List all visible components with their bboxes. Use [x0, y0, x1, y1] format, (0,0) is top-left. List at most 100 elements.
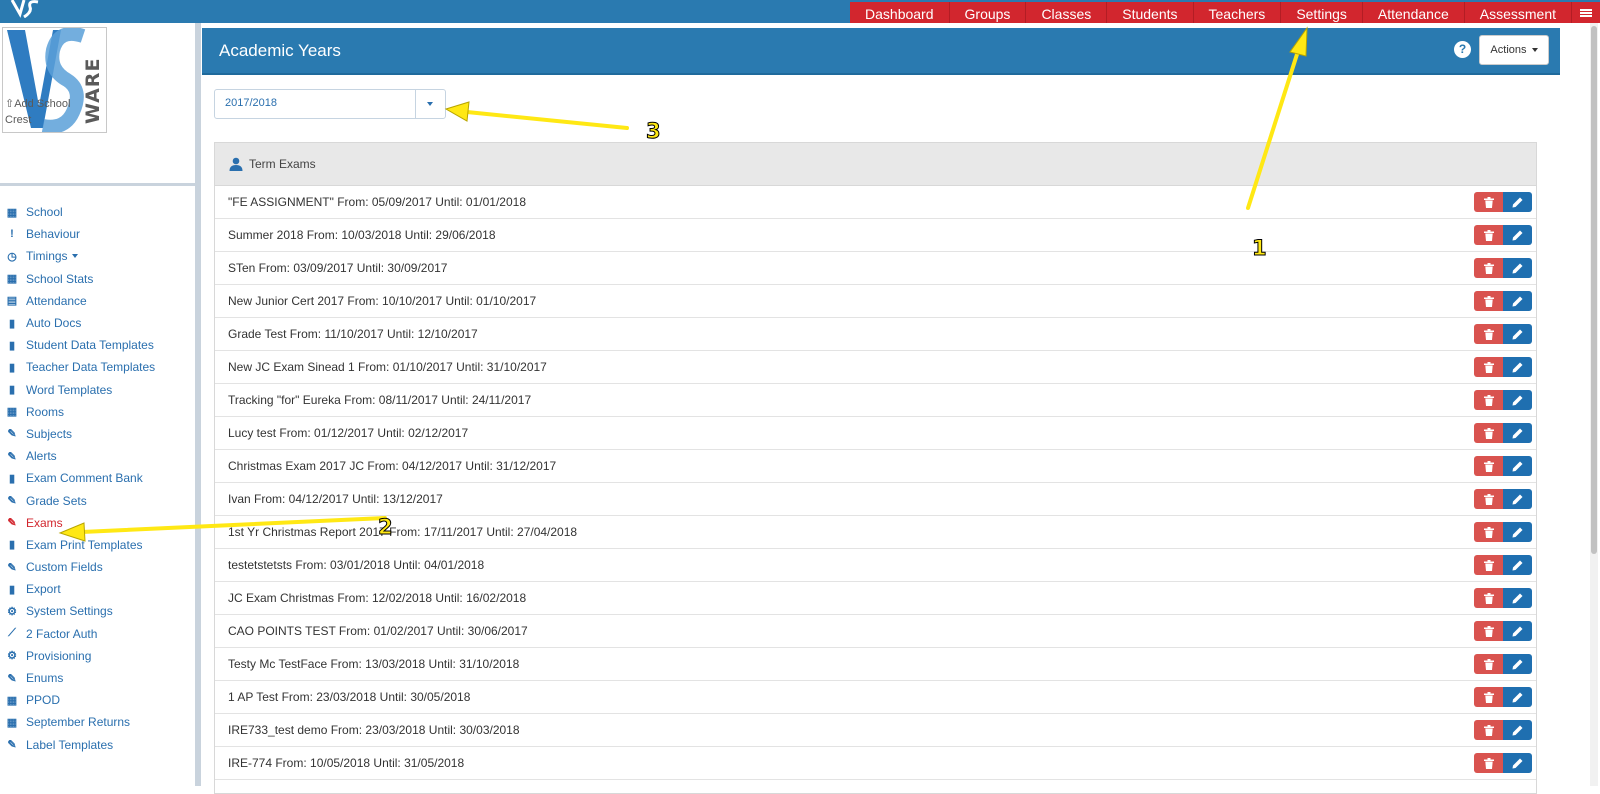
exam-label: Christmas Exam 2017 JC From: 04/12/2017 … — [228, 459, 557, 473]
edit-button[interactable] — [1503, 291, 1532, 311]
sidebar-item-behaviour[interactable]: ! Behaviour — [0, 223, 155, 245]
edit-button[interactable] — [1503, 522, 1532, 542]
trash-icon — [1483, 691, 1494, 703]
edit-button[interactable] — [1503, 654, 1532, 674]
edit-button[interactable] — [1503, 357, 1532, 377]
edit-button[interactable] — [1503, 225, 1532, 245]
delete-button[interactable] — [1474, 357, 1503, 377]
sidebar-item-subjects[interactable]: ✎ Subjects — [0, 423, 155, 445]
actions-button[interactable]: Actions — [1479, 35, 1549, 65]
academic-year-value: 2017/2018 — [225, 97, 277, 109]
add-crest-link[interactable]: ⇧Add School Crest — [5, 96, 91, 128]
nav-settings[interactable]: Settings — [1280, 2, 1362, 23]
delete-button[interactable] — [1474, 687, 1503, 707]
row-actions — [1474, 324, 1532, 344]
sidebar-item-enums[interactable]: ✎ Enums — [0, 667, 155, 689]
nav-groups[interactable]: Groups — [948, 2, 1026, 23]
hamburger-icon[interactable] — [1571, 2, 1600, 23]
nav-attendance[interactable]: Attendance — [1361, 2, 1464, 23]
academic-year-dropdown-toggle[interactable] — [415, 90, 445, 118]
edit-button[interactable] — [1503, 423, 1532, 443]
delete-button[interactable] — [1474, 621, 1503, 641]
delete-button[interactable] — [1474, 258, 1503, 278]
delete-button[interactable] — [1474, 192, 1503, 212]
sidebar-item-alerts[interactable]: ✎ Alerts — [0, 445, 155, 467]
row-actions — [1474, 522, 1532, 542]
delete-button[interactable] — [1474, 324, 1503, 344]
sidebar-item-school[interactable]: ▦ School — [0, 201, 155, 223]
exclamation-icon: ! — [10, 228, 14, 241]
sidebar-item-label: PPOD — [26, 693, 61, 708]
delete-button[interactable] — [1474, 225, 1503, 245]
delete-button[interactable] — [1474, 489, 1503, 509]
delete-button[interactable] — [1474, 588, 1503, 608]
help-icon[interactable]: ? — [1454, 41, 1471, 58]
edit-button[interactable] — [1503, 489, 1532, 509]
delete-button[interactable] — [1474, 753, 1503, 773]
nav-dashboard[interactable]: Dashboard — [850, 2, 949, 23]
delete-button[interactable] — [1474, 555, 1503, 575]
annotation-number-2: 2 — [378, 515, 394, 540]
nav-assessment[interactable]: Assessment — [1463, 2, 1571, 23]
row-actions — [1474, 390, 1532, 410]
edit-button[interactable] — [1503, 621, 1532, 641]
delete-button[interactable] — [1474, 423, 1503, 443]
row-actions — [1474, 621, 1532, 641]
edit-button[interactable] — [1503, 390, 1532, 410]
nav-teachers[interactable]: Teachers — [1192, 2, 1281, 23]
trash-icon — [1483, 493, 1494, 505]
academic-year-select[interactable]: 2017/2018 — [214, 89, 446, 119]
edit-button[interactable] — [1503, 258, 1532, 278]
sidebar-scroll-rail[interactable] — [195, 23, 201, 786]
sidebar-item-ppod[interactable]: ▦ PPOD — [0, 689, 155, 711]
sidebar-item-custom-fields[interactable]: ✎ Custom Fields — [0, 556, 155, 578]
edit-button[interactable] — [1503, 555, 1532, 575]
pencil-icon — [1512, 329, 1523, 339]
sidebar-item-september-returns[interactable]: ▦ September Returns — [0, 711, 155, 733]
delete-button[interactable] — [1474, 456, 1503, 476]
edit-button[interactable] — [1503, 192, 1532, 212]
delete-button[interactable] — [1474, 522, 1503, 542]
exam-label: 1 AP Test From: 23/03/2018 Until: 30/05/… — [228, 690, 471, 704]
edit-button[interactable] — [1503, 456, 1532, 476]
sidebar-item-system-settings[interactable]: ⚙ System Settings — [0, 600, 155, 622]
exam-list: "FE ASSIGNMENT" From: 05/09/2017 Until: … — [215, 186, 1536, 780]
sidebar-item-attendance[interactable]: ▤ Attendance — [0, 290, 155, 312]
row-actions — [1474, 258, 1532, 278]
vsware-logo-icon[interactable] — [10, 0, 40, 18]
trash-icon — [1483, 526, 1494, 538]
table-row: Summer 2018 From: 10/03/2018 Until: 29/0… — [215, 219, 1536, 252]
edit-button[interactable] — [1503, 753, 1532, 773]
sidebar-item-2-factor-auth[interactable]: ⟋ 2 Factor Auth — [0, 623, 155, 645]
sidebar-item-student-data-templates[interactable]: ▮ Student Data Templates — [0, 334, 155, 356]
panel-heading: Term Exams — [215, 143, 1536, 186]
edit-button[interactable] — [1503, 720, 1532, 740]
cogs-icon: ⚙ — [7, 650, 17, 663]
delete-button[interactable] — [1474, 654, 1503, 674]
sidebar-item-exam-print-templates[interactable]: ▮ Exam Print Templates — [0, 534, 155, 556]
sidebar-item-teacher-data-templates[interactable]: ▮ Teacher Data Templates — [0, 356, 155, 378]
delete-button[interactable] — [1474, 291, 1503, 311]
sidebar-item-provisioning[interactable]: ⚙ Provisioning — [0, 645, 155, 667]
edit-button[interactable] — [1503, 687, 1532, 707]
sidebar-item-exam-comment-bank[interactable]: ▮ Exam Comment Bank — [0, 467, 155, 489]
sidebar-item-grade-sets[interactable]: ✎ Grade Sets — [0, 489, 155, 511]
delete-button[interactable] — [1474, 390, 1503, 410]
sidebar-item-export[interactable]: ▮ Export — [0, 578, 155, 600]
nav-students[interactable]: Students — [1106, 2, 1193, 23]
pencil-icon — [1512, 263, 1523, 273]
delete-button[interactable] — [1474, 720, 1503, 740]
sidebar-item-timings[interactable]: ◷ Timings — [0, 245, 155, 267]
sidebar-item-word-templates[interactable]: ▮ Word Templates — [0, 379, 155, 401]
sidebar-item-label-templates[interactable]: ✎ Label Templates — [0, 734, 155, 756]
sidebar-item-school-stats[interactable]: ▦ School Stats — [0, 268, 155, 290]
page-scrollbar-thumb[interactable] — [1591, 26, 1597, 554]
row-actions — [1474, 588, 1532, 608]
edit-button[interactable] — [1503, 324, 1532, 344]
edit-button[interactable] — [1503, 588, 1532, 608]
nav-classes[interactable]: Classes — [1025, 2, 1107, 23]
sidebar-item-exams[interactable]: ✎ Exams — [0, 512, 155, 534]
sidebar-item-rooms[interactable]: ▦ Rooms — [0, 401, 155, 423]
sidebar-item-auto-docs[interactable]: ▮ Auto Docs — [0, 312, 155, 334]
school-crest[interactable]: WARE ⇧Add School Crest — [2, 27, 107, 133]
